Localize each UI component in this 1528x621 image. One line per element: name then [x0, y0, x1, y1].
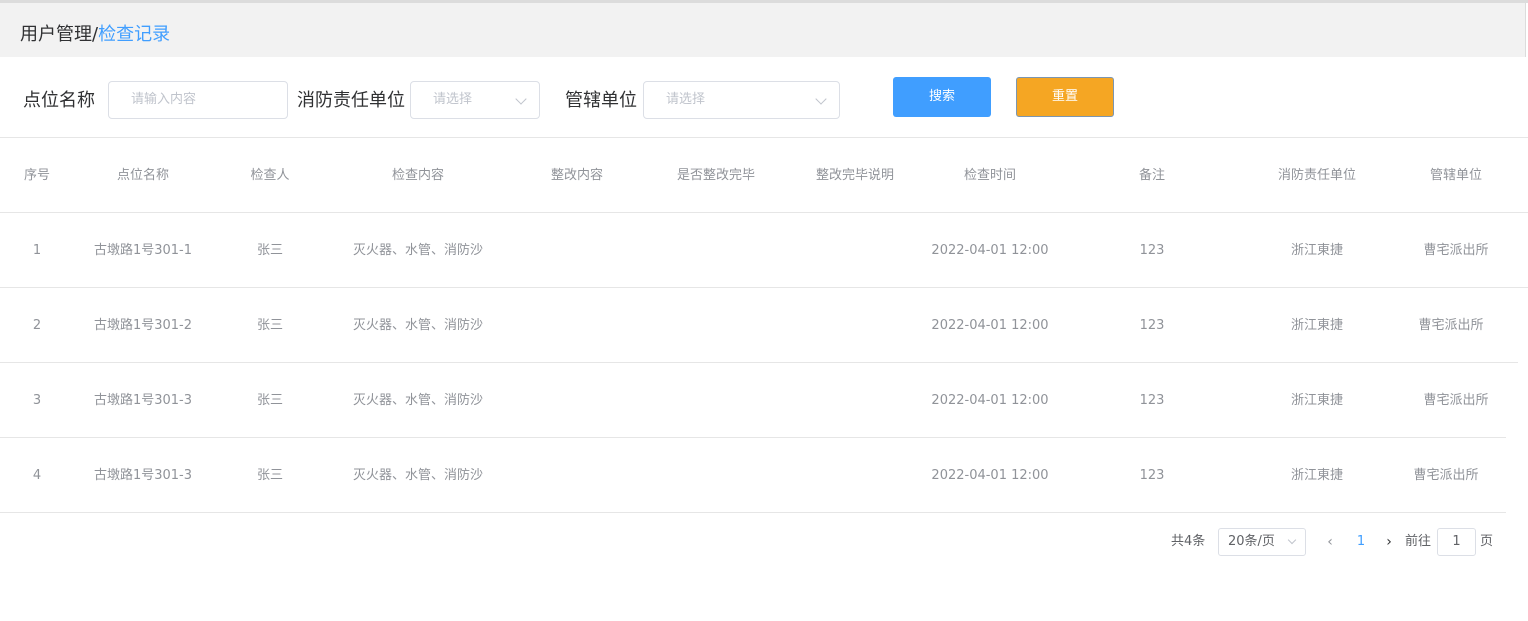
cell-content: 灭火器、水管、消防沙	[352, 318, 483, 333]
goto-label: 前往	[1405, 534, 1432, 549]
cell-rectify-note	[786, 438, 924, 513]
fire-unit-placeholder: 请选择	[433, 92, 473, 107]
cell-inspector: 张三	[256, 318, 283, 333]
chevron-right-icon[interactable]: ›	[1383, 528, 1395, 556]
cell-fire-unit: 浙江東捷	[1290, 468, 1343, 483]
cell-rectify-content	[508, 213, 646, 288]
cell-index: 2	[32, 318, 42, 333]
pagination-total: 共4条	[1171, 534, 1206, 549]
cell-inspector: 张三	[256, 393, 283, 408]
jurisdiction-select[interactable]: 请选择	[643, 81, 840, 119]
table-row: 4 古墩路1号301-3 张三 灭火器、水管、消防沙 2022-04-01 12…	[0, 438, 1506, 513]
cell-remark: 123	[1139, 318, 1165, 333]
cell-point-name: 古墩路1号301-1	[93, 243, 193, 258]
reset-button[interactable]: 重置	[1016, 77, 1114, 117]
cell-remark: 123	[1139, 393, 1165, 408]
cell-fire-unit: 浙江東捷	[1290, 318, 1343, 333]
cell-fire-unit: 浙江東捷	[1290, 243, 1343, 258]
cell-rectify-content	[508, 438, 646, 513]
cell-inspector: 张三	[256, 243, 283, 258]
table-row: 3 古墩路1号301-3 张三 灭火器、水管、消防沙 2022-04-01 12…	[0, 363, 1506, 438]
filter-bar: 点位名称 请输入内容 消防责任单位 请选择 管辖单位 请选择 搜索 重置	[0, 57, 1528, 138]
breadcrumb-current: 检查记录	[98, 24, 171, 45]
table-header: 序号 点位名称 检查人 检查内容 整改内容 是否整改完毕 整改完毕说明 检查时间…	[0, 138, 1528, 213]
breadcrumb: 用户管理/检查记录	[20, 23, 170, 47]
cell-remark: 123	[1139, 468, 1165, 483]
pagination: 共4条 20条/页 ‹ 1 › 前往 1 页	[0, 528, 1528, 556]
cell-content: 灭火器、水管、消防沙	[352, 468, 483, 483]
column-header-inspector: 检查人	[250, 168, 290, 183]
cell-index: 4	[32, 468, 42, 483]
chevron-left-icon[interactable]: ‹	[1324, 528, 1336, 556]
search-button[interactable]: 搜索	[893, 77, 991, 117]
table-row: 2 古墩路1号301-2 张三 灭火器、水管、消防沙 2022-04-01 12…	[0, 288, 1518, 363]
point-name-input[interactable]: 请输入内容	[108, 81, 288, 119]
page-header: 用户管理/检查记录	[0, 3, 1526, 57]
page-number-current[interactable]: 1	[1350, 528, 1372, 556]
cell-rectify-content	[508, 288, 646, 363]
breadcrumb-parent[interactable]: 用户管理	[20, 24, 92, 45]
fire-unit-select[interactable]: 请选择	[410, 81, 540, 119]
point-name-label: 点位名称	[23, 90, 95, 111]
cell-jurisdiction: 曹宅派出所	[1423, 393, 1489, 408]
cell-point-name: 古墩路1号301-3	[93, 393, 193, 408]
column-header-point-name: 点位名称	[116, 168, 169, 183]
chevron-down-icon	[1287, 535, 1297, 545]
column-header-rectify-note: 整改完毕说明	[815, 168, 894, 183]
cell-point-name: 古墩路1号301-3	[93, 468, 193, 483]
cell-rectify-content	[508, 363, 646, 438]
cell-fire-unit: 浙江東捷	[1290, 393, 1343, 408]
cell-jurisdiction: 曹宅派出所	[1418, 318, 1484, 333]
column-header-time: 检查时间	[963, 168, 1016, 183]
column-header-remark: 备注	[1138, 168, 1165, 183]
cell-rectified	[646, 213, 786, 288]
chevron-down-icon	[515, 93, 527, 105]
page-suffix-label: 页	[1480, 534, 1494, 549]
fire-unit-label: 消防责任单位	[297, 90, 405, 111]
cell-index: 1	[32, 243, 42, 258]
column-header-rectify-content: 整改内容	[550, 168, 603, 183]
cell-rectify-note	[786, 363, 924, 438]
column-header-content: 检查内容	[391, 168, 444, 183]
column-header-index: 序号	[23, 168, 50, 183]
page-size-value: 20条/页	[1228, 534, 1275, 549]
cell-inspector: 张三	[256, 468, 283, 483]
cell-rectify-note	[786, 213, 924, 288]
cell-rectify-note	[786, 288, 924, 363]
table-row: 1 古墩路1号301-1 张三 灭火器、水管、消防沙 2022-04-01 12…	[0, 213, 1528, 288]
column-header-rectified: 是否整改完毕	[676, 168, 755, 183]
cell-time: 2022-04-01 12:00	[931, 393, 1049, 408]
page-size-select[interactable]: 20条/页	[1218, 528, 1306, 556]
page-jump-input[interactable]: 1	[1437, 528, 1476, 556]
cell-time: 2022-04-01 12:00	[931, 243, 1049, 258]
cell-point-name: 古墩路1号301-2	[93, 318, 193, 333]
cell-remark: 123	[1139, 243, 1165, 258]
jurisdiction-label: 管辖单位	[565, 90, 637, 111]
chevron-down-icon	[815, 93, 827, 105]
cell-content: 灭火器、水管、消防沙	[352, 243, 483, 258]
column-header-fire-unit: 消防责任单位	[1277, 168, 1356, 183]
cell-rectified	[646, 438, 786, 513]
column-header-jurisdiction: 管辖单位	[1429, 168, 1482, 183]
cell-rectified	[646, 363, 786, 438]
cell-index: 3	[32, 393, 42, 408]
cell-time: 2022-04-01 12:00	[931, 468, 1049, 483]
jurisdiction-placeholder: 请选择	[666, 92, 706, 107]
cell-jurisdiction: 曹宅派出所	[1423, 243, 1489, 258]
cell-time: 2022-04-01 12:00	[931, 318, 1049, 333]
cell-rectified	[646, 288, 786, 363]
cell-content: 灭火器、水管、消防沙	[352, 393, 483, 408]
cell-jurisdiction: 曹宅派出所	[1413, 468, 1479, 483]
